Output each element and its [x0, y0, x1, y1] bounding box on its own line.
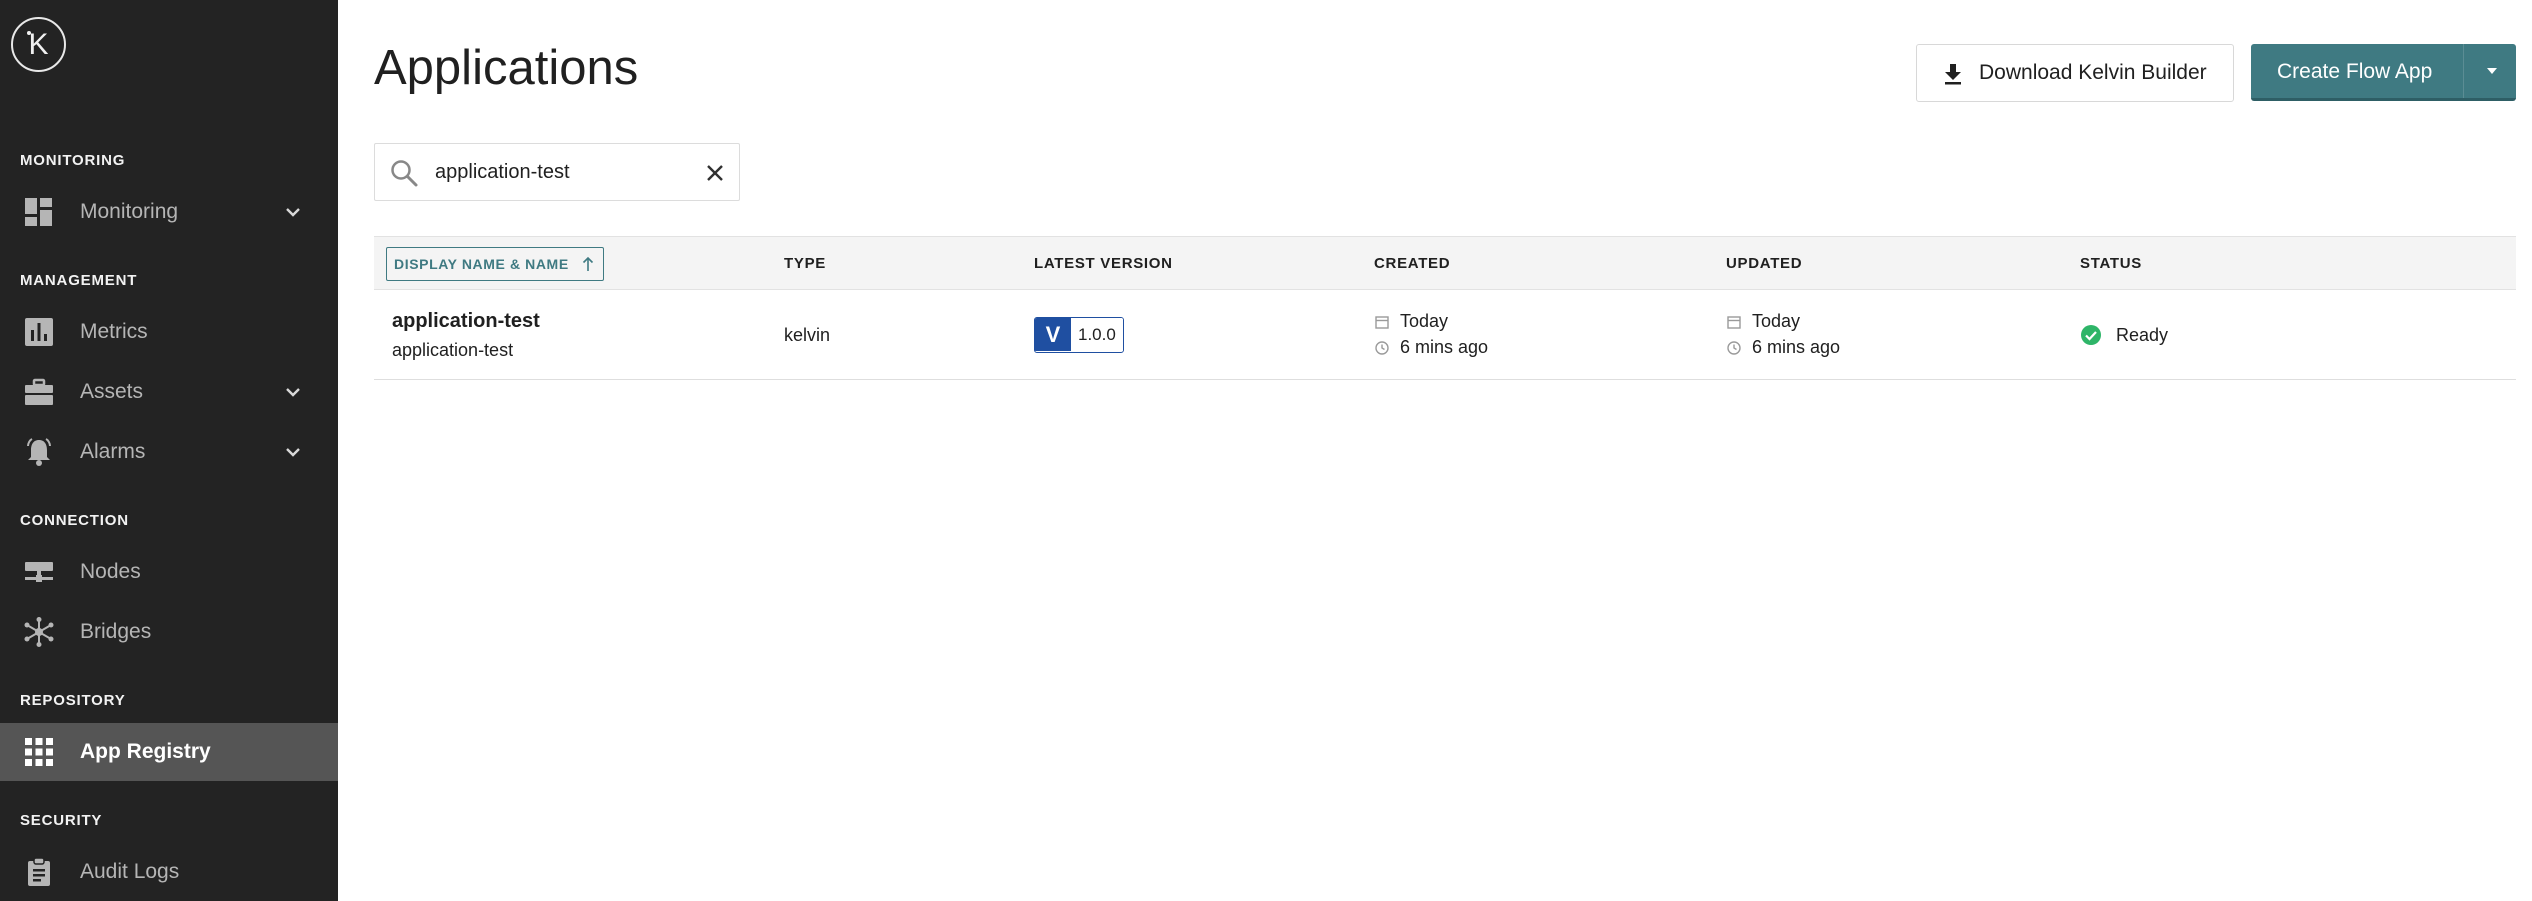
column-header-name: DISPLAY NAME & NAME	[394, 256, 569, 272]
sidebar-item-nodes[interactable]: Nodes	[0, 543, 338, 601]
create-flow-app-button[interactable]: Create Flow App	[2251, 44, 2516, 101]
bridges-icon	[24, 617, 54, 647]
page-title: Applications	[374, 41, 639, 95]
sidebar-item-assets[interactable]: Assets	[0, 363, 338, 421]
table-row[interactable]: application-test application-test kelvin…	[374, 290, 2516, 380]
column-header-status[interactable]: STATUS	[2080, 255, 2142, 272]
sidebar-item-label: Metrics	[80, 320, 148, 343]
sidebar-item-label: Alarms	[80, 440, 146, 463]
sidebar-item-metrics[interactable]: Metrics	[0, 303, 338, 361]
sidebar-item-app-registry[interactable]: App Registry	[0, 723, 338, 781]
sidebar-item-label: Nodes	[80, 560, 141, 583]
created-ago: 6 mins ago	[1400, 337, 1489, 357]
column-header-version[interactable]: LATEST VERSION	[1034, 255, 1173, 272]
app-display-name: application-test	[392, 310, 540, 332]
check-circle-icon	[2081, 325, 2101, 345]
updated-ago: 6 mins ago	[1752, 337, 1841, 357]
version-tag: V 1.0.0	[1034, 317, 1124, 353]
status-badge: Ready	[2080, 324, 2168, 346]
caret-down-icon[interactable]	[2485, 64, 2499, 78]
updated-date-line: Today	[1726, 311, 1800, 332]
sidebar-item-label: Monitoring	[80, 200, 179, 223]
arrow-up-icon	[582, 256, 594, 271]
section-label-security: SECURITY	[20, 812, 103, 829]
section-label-management: MANAGEMENT	[20, 272, 138, 289]
sidebar-item-label: Bridges	[80, 620, 152, 643]
section-label-repository: REPOSITORY	[20, 692, 126, 709]
column-header-type[interactable]: TYPE	[784, 255, 826, 272]
app-type: kelvin	[784, 325, 831, 345]
created-ago-line: 6 mins ago	[1374, 337, 1488, 358]
column-header-created[interactable]: CREATED	[1374, 255, 1450, 272]
sidebar-item-audit-logs[interactable]: Audit Logs	[0, 843, 338, 901]
updated-ago-line: 6 mins ago	[1726, 337, 1840, 358]
version-number: 1.0.0	[1071, 318, 1123, 351]
status-text: Ready	[2116, 324, 2169, 345]
updated-date: Today	[1752, 311, 1801, 331]
search-box	[374, 143, 740, 201]
section-label-monitoring: MONITORING	[20, 152, 126, 169]
search-input[interactable]	[435, 154, 685, 190]
chevron-down-icon[interactable]	[284, 443, 302, 461]
grid-icon	[25, 738, 53, 766]
clock-icon	[1727, 340, 1741, 355]
sidebar-item-label: Assets	[80, 380, 144, 403]
section-label-connection: CONNECTION	[20, 512, 129, 529]
bell-icon	[27, 438, 51, 466]
sort-by-name-button[interactable]: DISPLAY NAME & NAME	[386, 247, 604, 281]
column-header-updated[interactable]: UPDATED	[1726, 255, 1802, 272]
dashboard-icon	[25, 198, 52, 226]
table-header: DISPLAY NAME & NAME TYPE LATEST VERSION …	[374, 236, 2516, 290]
sidebar-item-label: Audit Logs	[80, 860, 180, 883]
logo-letter: K	[28, 28, 49, 61]
version-badge: V	[1035, 318, 1071, 351]
sidebar-item-label: App Registry	[80, 740, 211, 763]
search-icon	[391, 160, 418, 187]
nodes-icon	[25, 562, 53, 582]
chevron-down-icon[interactable]	[284, 383, 302, 401]
sidebar-item-monitoring[interactable]: Monitoring	[0, 183, 338, 241]
calendar-icon	[1727, 315, 1741, 329]
download-kelvin-builder-button[interactable]: Download Kelvin Builder	[1916, 44, 2234, 102]
button-divider	[2463, 44, 2464, 98]
close-icon[interactable]	[705, 163, 725, 183]
briefcase-icon	[25, 378, 53, 405]
clock-icon	[1375, 340, 1389, 355]
clipboard-icon	[28, 857, 50, 886]
created-date: Today	[1400, 311, 1449, 331]
app-name: application-test	[392, 340, 514, 360]
sidebar: K MONITORING Monitoring MANAGEMENT Metri…	[0, 0, 338, 901]
download-button-label: Download Kelvin Builder	[1979, 61, 2207, 84]
chevron-down-icon[interactable]	[284, 203, 302, 221]
calendar-icon	[1375, 315, 1389, 329]
kelvin-logo[interactable]: K	[11, 17, 66, 72]
download-icon	[1945, 64, 1961, 85]
created-date-line: Today	[1374, 311, 1448, 332]
sidebar-item-bridges[interactable]: Bridges	[0, 603, 338, 661]
sidebar-item-alarms[interactable]: Alarms	[0, 423, 338, 481]
create-button-label: Create Flow App	[2277, 60, 2433, 83]
bar-chart-icon	[25, 318, 53, 346]
